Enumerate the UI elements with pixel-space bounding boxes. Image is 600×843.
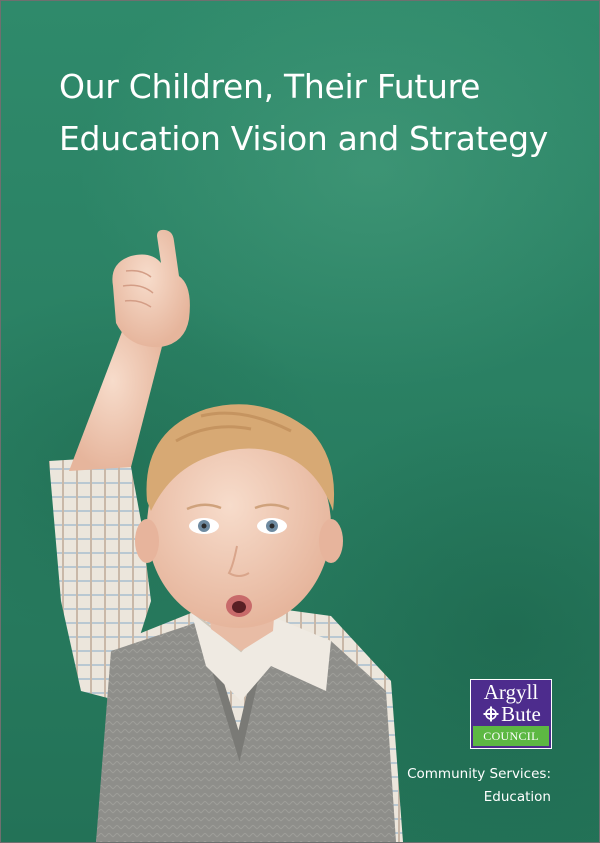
argyll-bute-council-logo: Argyll Bute COUNCIL [470, 679, 552, 749]
brochure-cover: Our Children, Their Future Education Vis… [0, 0, 600, 843]
department-line-1: Community Services: [407, 766, 551, 782]
logo-line-1: Argyll [483, 680, 539, 704]
raised-fist [112, 229, 190, 348]
department-line-2: Education [483, 789, 551, 805]
logo-line-2: Bute [501, 702, 541, 726]
celtic-cross-ampersand-icon [483, 706, 499, 722]
logo-band: COUNCIL [473, 726, 549, 746]
department-label: Community Services: Education [407, 763, 551, 809]
